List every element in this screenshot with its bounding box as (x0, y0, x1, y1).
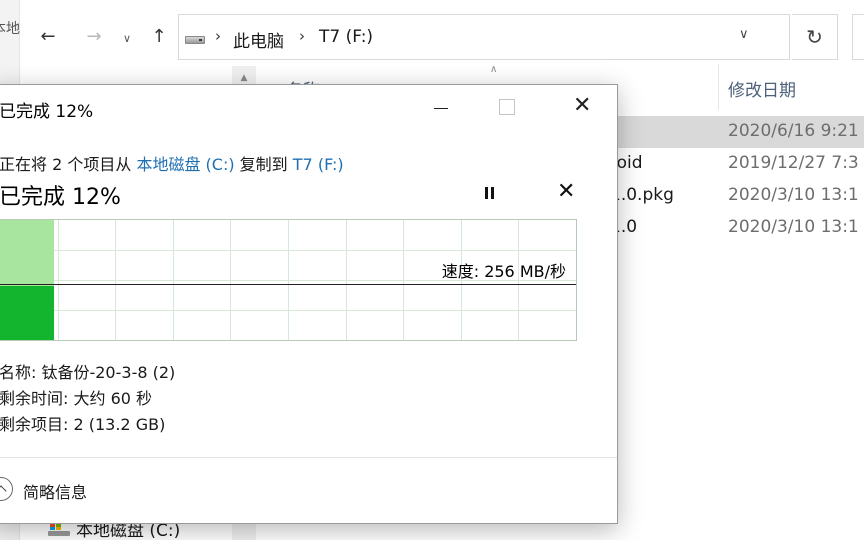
maximize-icon[interactable] (499, 99, 515, 115)
recent-locations-chevron-icon[interactable]: ∨ (120, 26, 134, 52)
graph-gridline (403, 220, 404, 340)
minimize-icon[interactable] (429, 95, 459, 121)
detail-time-remaining: 剩余时间: 大约 60 秒 (0, 389, 153, 408)
breadcrumb-t7-drive[interactable]: T7 (F:) (319, 27, 373, 47)
breadcrumb-this-pc[interactable]: 此电脑 (233, 27, 284, 52)
graph-gridline (58, 220, 59, 340)
source-location-link[interactable]: 本地磁盘 (C:) (136, 155, 234, 174)
current-speed-line (0, 284, 576, 285)
collapse-chevron-icon (0, 477, 13, 501)
background-window-label: 本地 (0, 21, 20, 37)
up-arrow-icon[interactable]: ↑ (148, 24, 170, 50)
address-dropdown-chevron-icon[interactable]: ∨ (739, 27, 749, 42)
close-icon[interactable]: ✕ (573, 93, 591, 119)
address-bar[interactable]: › 此电脑 › T7 (F:) ∨ (178, 14, 790, 60)
column-divider[interactable] (718, 64, 719, 110)
destination-location-link[interactable]: T7 (F:) (293, 155, 344, 174)
refresh-button[interactable]: ↻ (792, 14, 838, 60)
graph-gridline (288, 220, 289, 340)
drive-icon (185, 36, 205, 44)
sort-ascending-icon: ∧ (490, 64, 498, 75)
graph-gridline (230, 220, 231, 340)
file-date: 2020/6/16 9:21 (728, 121, 859, 141)
column-header-date-modified[interactable]: 修改日期 (728, 76, 796, 101)
pause-icon[interactable] (483, 185, 497, 201)
copy-description: 正在将 2 个项目从 本地磁盘 (C:) 复制到 T7 (F:) (0, 151, 344, 175)
back-arrow-icon[interactable]: ← (36, 24, 60, 50)
breadcrumb-chevron-icon[interactable]: › (299, 27, 305, 45)
fewer-details-label: 简略信息 (23, 483, 88, 502)
graph-gridline (346, 220, 347, 340)
copy-progress-dialog: 已完成 12% ✕ 正在将 2 个项目从 本地磁盘 (C:) 复制到 T7 (F… (0, 84, 618, 524)
graph-gridline (173, 220, 174, 340)
transfer-speed-graph: 速度: 256 MB/秒 (0, 219, 577, 341)
refresh-icon: ↻ (806, 25, 823, 49)
detail-items-remaining: 剩余项目: 2 (13.2 GB) (0, 415, 166, 434)
search-box[interactable] (852, 14, 864, 60)
detail-file-name: 名称: 钛备份-20-3-8 (2) (0, 363, 176, 382)
windows-drive-icon (48, 522, 70, 536)
file-date: 2020/3/10 13:1 (728, 185, 859, 205)
cancel-icon[interactable]: ✕ (557, 181, 575, 203)
breadcrumb-chevron-icon[interactable]: › (215, 27, 221, 45)
speed-history-fill (0, 286, 54, 340)
address-toolbar: ← → ∨ ↑ › 此电脑 › T7 (F:) ∨ ↻ (20, 10, 864, 64)
file-name: 1.0.pkg (610, 185, 674, 205)
copy-description-prefix: 正在将 2 个项目从 (0, 155, 137, 174)
dialog-title: 已完成 12% (0, 102, 94, 122)
graph-gridline (115, 220, 116, 340)
dialog-divider (0, 457, 617, 458)
file-date: 2020/3/10 13:1 (728, 217, 859, 237)
speed-label: 速度: 256 MB/秒 (441, 262, 566, 281)
file-date: 2019/12/27 7:3 (728, 153, 859, 173)
progress-status: 已完成 12% (0, 185, 121, 210)
forward-arrow-icon[interactable]: → (82, 24, 106, 50)
copy-description-middle: 复制到 (234, 155, 293, 174)
